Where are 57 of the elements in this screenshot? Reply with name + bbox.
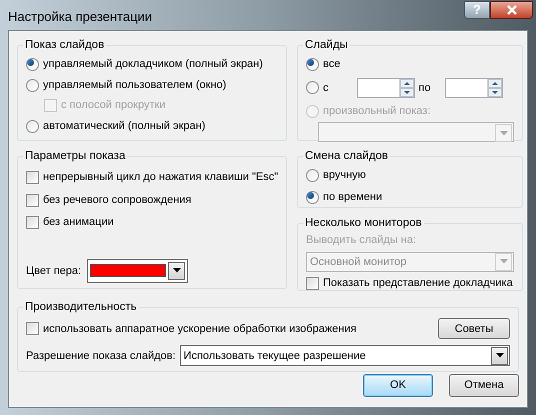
option-label: по времени [323, 190, 382, 205]
resolution-label: Разрешение показа слайдов: [26, 348, 176, 364]
spin-arrows-icon [400, 78, 414, 97]
spin-button[interactable] [398, 78, 414, 97]
radio-button[interactable] [26, 58, 39, 71]
ok-button[interactable]: OK [363, 374, 433, 397]
group-title: Слайды [304, 38, 349, 53]
tips-button[interactable]: Советы [438, 318, 510, 340]
dropdown-arrow-icon [496, 353, 504, 358]
option-label: по [418, 80, 431, 96]
group-title: Параметры показа [24, 149, 126, 164]
option-label: произвольный показ: [323, 104, 431, 119]
option-label: без анимации [43, 215, 114, 230]
dropdown-arrow-icon [500, 259, 508, 264]
radio-button[interactable] [306, 58, 319, 71]
option-label: с [323, 80, 328, 96]
pen-color-picker[interactable] [87, 258, 188, 283]
radio-button[interactable] [306, 169, 319, 182]
group-title: Смена слайдов [304, 149, 390, 164]
close-button[interactable] [490, 1, 533, 19]
spin-arrows-icon [488, 78, 502, 97]
dropdown-arrow-icon [500, 130, 508, 136]
radio-button[interactable] [306, 81, 319, 94]
checkbox[interactable] [26, 216, 39, 229]
option-label: непрерывный цикл до нажатия клавиши "Esc" [43, 170, 278, 186]
dropdown-button[interactable] [491, 346, 508, 365]
option-label: без речевого сопровождения [43, 192, 192, 208]
checkbox[interactable] [26, 171, 39, 184]
option-label: управляемый докладчиком (полный экран) [43, 57, 263, 72]
close-icon [506, 5, 518, 15]
dropdown-value: Основной монитор [310, 254, 407, 270]
option-label: с полосой прокрутки [61, 98, 166, 114]
group-title: Показ слайдов [24, 38, 106, 53]
checkbox[interactable] [26, 322, 39, 336]
radio-button[interactable] [306, 190, 319, 204]
number-field[interactable] [444, 78, 503, 98]
pen-color-label: Цвет пера: [26, 264, 82, 278]
option-label: автоматический (полный экран) [43, 118, 206, 134]
window-title: Настройка презентации [8, 8, 152, 26]
monitor-label: Выводить слайды на: [306, 233, 418, 248]
group-title: Несколько мониторов [304, 216, 423, 231]
spin-button[interactable] [486, 78, 502, 97]
option-label: Показать представление докладчика [323, 276, 513, 291]
dropdown-button[interactable] [168, 262, 186, 280]
group-title: Производительность [24, 300, 138, 315]
checkbox[interactable] [26, 194, 39, 206]
option-label: все [323, 57, 340, 72]
number-field[interactable] [356, 78, 414, 98]
dropdown-value: Использовать текущее разрешение [184, 348, 366, 364]
resolution-dropdown[interactable]: Использовать текущее разрешение [180, 345, 510, 366]
option-label: управляемый пользователем (окно) [43, 78, 226, 93]
radio-button[interactable] [26, 78, 39, 92]
dropdown-arrow-icon [172, 268, 181, 274]
cancel-button[interactable]: Отмена [449, 374, 519, 397]
option-label: использовать аппаратное ускорение обработки изображения [43, 322, 356, 336]
option-label: вручную [323, 168, 366, 184]
radio-button[interactable] [26, 120, 39, 132]
